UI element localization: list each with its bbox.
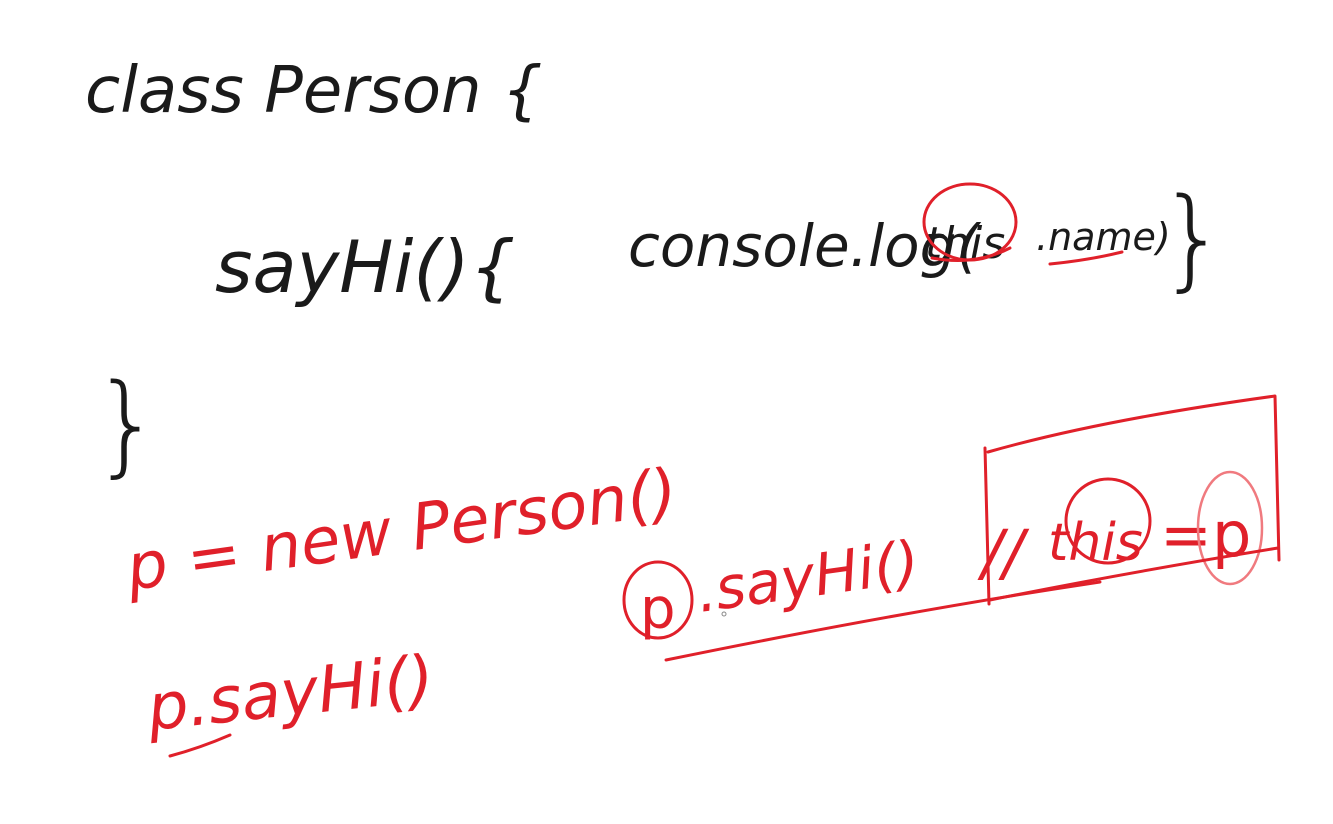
name-property-text: .name) [1036,215,1171,259]
class-close-brace: } [92,360,162,488]
method-close-brace: } [1158,174,1228,302]
instantiate-text: p = new Person() [121,455,682,606]
class-declaration-text: class Person { [85,54,543,128]
comment-this-text: this [1048,513,1143,573]
whiteboard-canvas: class Person { sayHi(){ console.log( thi… [85,54,1281,758]
call-right-object-text: p [640,577,676,642]
method-signature-text: sayHi(){ [215,225,515,309]
call-right-method-text: .sayHi() [692,527,923,625]
comment-prefix-text: // [977,516,1030,589]
call-left-text: p.sayHi() [143,642,437,746]
